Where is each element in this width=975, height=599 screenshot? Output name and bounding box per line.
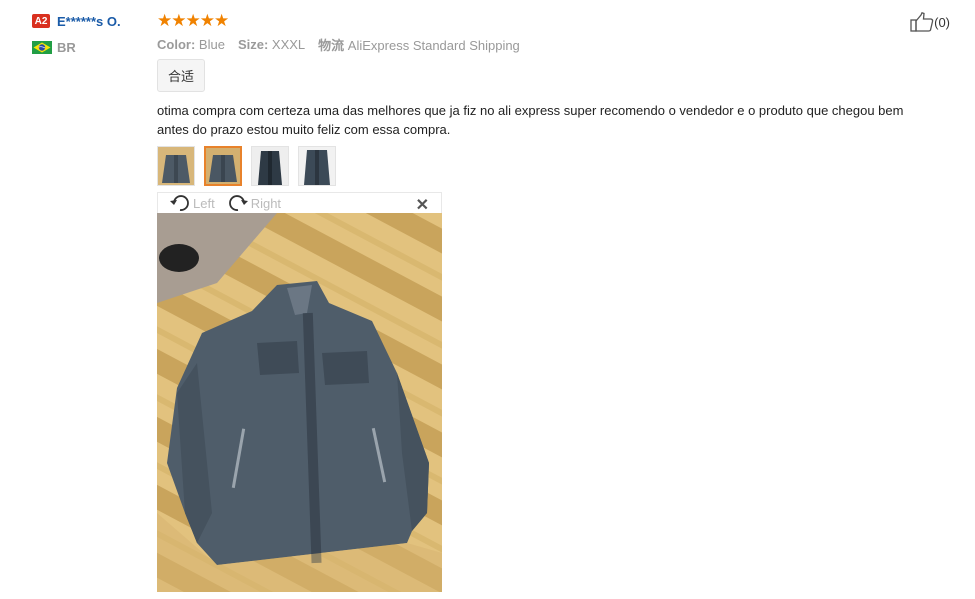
star-icon: ★	[214, 10, 229, 30]
thumbs-up-icon	[910, 12, 934, 32]
attr-label: Color:	[157, 36, 196, 52]
attr-color: Color: Blue	[157, 37, 225, 52]
helpful-count: (0)	[934, 14, 950, 30]
star-rating: ★ ★ ★ ★ ★	[157, 10, 947, 30]
rotate-left-icon	[170, 195, 189, 211]
rotate-right-icon	[228, 195, 248, 211]
viewer-toolbar: Left Right ✕	[157, 192, 442, 215]
review-photo	[157, 213, 442, 592]
attr-value: Blue	[198, 36, 225, 52]
attr-value: XXXL	[271, 36, 306, 52]
jacket-photo-thumb	[206, 148, 240, 184]
rotate-right-label: Right	[250, 195, 282, 211]
thumbnail-strip	[157, 146, 947, 190]
attr-shipping: 物流 AliExpress Standard Shipping	[318, 35, 520, 54]
close-icon[interactable]: ✕	[416, 195, 429, 215]
country-code: BR	[57, 40, 76, 55]
review-text: otima compra com certeza uma das melhore…	[157, 103, 904, 137]
attr-size: Size: XXXL	[238, 37, 305, 52]
jacket-photo-thumb	[299, 147, 335, 185]
attr-label: Size:	[237, 36, 269, 52]
jacket-photo-thumb	[158, 147, 194, 185]
review-tag: 合适	[157, 59, 206, 92]
thumbnail-4[interactable]	[298, 146, 336, 186]
star-icon: ★	[171, 10, 186, 30]
order-attributes: Color: Blue Size: XXXL 物流 AliExpress Sta…	[157, 35, 947, 53]
helpful-button[interactable]: (0)	[910, 12, 950, 32]
rotate-left-label: Left	[193, 195, 215, 211]
rotate-right-button[interactable]: Right	[227, 194, 281, 212]
thumbnail-3[interactable]	[251, 146, 289, 186]
rotate-left-button[interactable]: Left	[169, 194, 215, 212]
attr-value: AliExpress Standard Shipping	[347, 37, 520, 53]
reviewer-name[interactable]: E******s O.	[57, 14, 121, 29]
level-badge: A2	[32, 14, 50, 28]
jacket-photo-thumb	[252, 147, 288, 185]
star-icon: ★	[185, 10, 201, 30]
attr-label: 物流	[318, 37, 345, 53]
thumbnail-1[interactable]	[157, 146, 195, 186]
image-viewer: Left Right ✕	[157, 192, 442, 592]
brazil-flag-icon	[32, 41, 52, 54]
active-indicator	[217, 185, 229, 186]
reviewer-info: A2 E******s O. BR	[32, 12, 142, 55]
review-body: ★ ★ ★ ★ ★ Color: Blue Size: XXXL 物流 AliE…	[157, 10, 947, 190]
star-icon: ★	[199, 10, 215, 30]
star-icon: ★	[157, 10, 172, 30]
thumbnail-2[interactable]	[204, 146, 242, 186]
